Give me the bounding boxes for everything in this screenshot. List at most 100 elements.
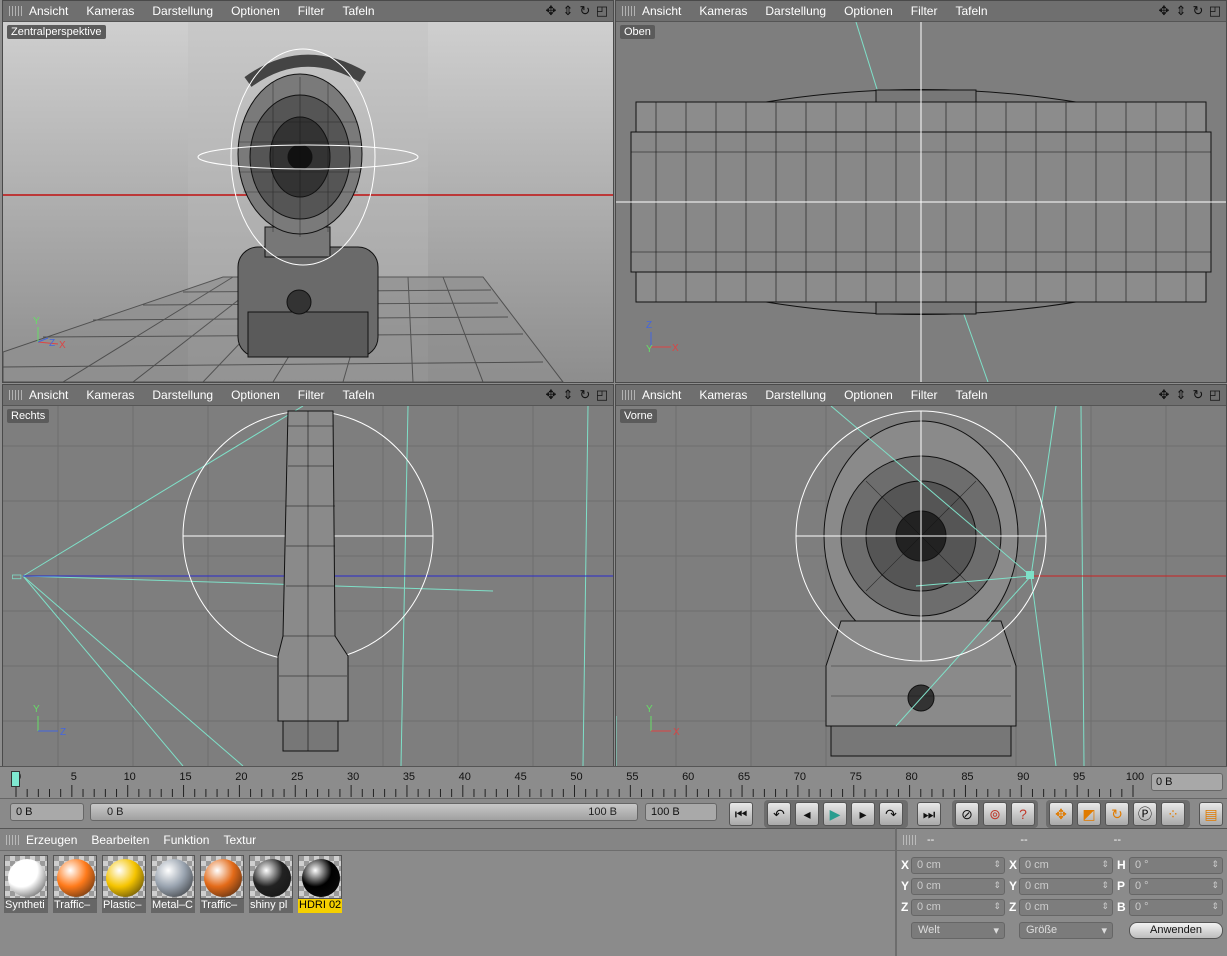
rotate-view-icon[interactable]: ↻ xyxy=(1191,3,1205,19)
viewport-top[interactable]: Ansicht Kameras Darstellung Optionen Fil… xyxy=(615,0,1227,383)
start-frame-field[interactable]: 0 B xyxy=(10,803,84,821)
coord-value-field[interactable]: 0 ° ⇕ xyxy=(1129,857,1223,874)
grip-handle[interactable] xyxy=(6,834,20,845)
material-swatch[interactable]: Traffic– xyxy=(200,855,244,913)
current-frame-field[interactable]: 0 B xyxy=(1151,773,1223,791)
menu-optionen[interactable]: Optionen xyxy=(231,388,280,402)
rotate-view-icon[interactable]: ↻ xyxy=(1191,387,1205,403)
menu-darstellung[interactable]: Darstellung xyxy=(765,4,826,18)
rotate-view-icon[interactable]: ↻ xyxy=(578,3,592,19)
grip-handle[interactable] xyxy=(622,6,636,16)
menu-optionen[interactable]: Optionen xyxy=(844,388,893,402)
zoom-view-icon[interactable]: ⇕ xyxy=(561,387,575,403)
viewport-canvas[interactable]: Z X Y xyxy=(616,22,1226,382)
playhead[interactable] xyxy=(11,771,20,787)
menu-tafeln[interactable]: Tafeln xyxy=(342,4,374,18)
menu-kameras[interactable]: Kameras xyxy=(699,388,747,402)
viewport-perspective[interactable]: Ansicht Kameras Darstellung Optionen Fil… xyxy=(2,0,614,383)
menu-filter[interactable]: Filter xyxy=(298,388,325,402)
menu-ansicht[interactable]: Ansicht xyxy=(29,4,68,18)
menu-kameras[interactable]: Kameras xyxy=(86,388,134,402)
stepper-icon[interactable]: ⇕ xyxy=(993,901,1001,912)
coord-value-field[interactable]: 0 cm ⇕ xyxy=(911,878,1005,895)
zoom-view-icon[interactable]: ⇕ xyxy=(1174,3,1188,19)
material-swatch[interactable]: Metal–C xyxy=(151,855,195,913)
move-view-icon[interactable]: ✥ xyxy=(544,3,558,19)
material-swatch[interactable]: Syntheti xyxy=(4,855,48,913)
grip-handle[interactable] xyxy=(9,6,23,16)
material-swatch[interactable]: HDRI 02 xyxy=(298,855,342,913)
menu-ansicht[interactable]: Ansicht xyxy=(29,388,68,402)
stepper-icon[interactable]: ⇕ xyxy=(1211,859,1219,870)
move-view-icon[interactable]: ✥ xyxy=(544,387,558,403)
stepper-icon[interactable]: ⇕ xyxy=(1101,901,1109,912)
viewport-front[interactable]: Ansicht Kameras Darstellung Optionen Fil… xyxy=(615,384,1227,767)
menu-tafeln[interactable]: Tafeln xyxy=(342,388,374,402)
stepper-icon[interactable]: ⇕ xyxy=(993,880,1001,891)
stepper-icon[interactable]: ⇕ xyxy=(1211,880,1219,891)
menu-optionen[interactable]: Optionen xyxy=(231,4,280,18)
menu-tafeln[interactable]: Tafeln xyxy=(955,4,987,18)
coord-value-field[interactable]: 0 ° ⇕ xyxy=(1129,878,1223,895)
keyframe-lock-icon[interactable]: ⊘ xyxy=(955,802,979,826)
maximize-view-icon[interactable]: ◰ xyxy=(1208,387,1222,403)
next-key-button[interactable]: ↷ xyxy=(879,802,903,826)
apply-button[interactable]: Anwenden xyxy=(1129,922,1223,939)
move-view-icon[interactable]: ✥ xyxy=(1157,387,1171,403)
menu-kameras[interactable]: Kameras xyxy=(699,4,747,18)
menu-filter[interactable]: Filter xyxy=(298,4,325,18)
coord-value-field[interactable]: 0 ° ⇕ xyxy=(1129,899,1223,916)
menu-erzeugen[interactable]: Erzeugen xyxy=(26,833,77,847)
frame-range-slider[interactable]: 0 B 100 B xyxy=(90,803,638,821)
maximize-view-icon[interactable]: ◰ xyxy=(1208,3,1222,19)
size-dropdown[interactable]: Größe ▾ xyxy=(1019,922,1113,939)
next-frame-button[interactable]: ▸ xyxy=(851,802,875,826)
maximize-view-icon[interactable]: ◰ xyxy=(595,3,609,19)
end-frame-field[interactable]: 100 B xyxy=(645,803,717,821)
menu-ansicht[interactable]: Ansicht xyxy=(642,388,681,402)
coord-value-field[interactable]: 0 cm ⇕ xyxy=(911,899,1005,916)
film-strip-icon[interactable]: ▤ xyxy=(1199,802,1223,826)
stepper-icon[interactable]: ⇕ xyxy=(993,859,1001,870)
maximize-view-icon[interactable]: ◰ xyxy=(595,387,609,403)
previous-key-button[interactable]: ↶ xyxy=(767,802,791,826)
auto-key-icon[interactable]: ? xyxy=(1011,802,1035,826)
coord-value-field[interactable]: 0 cm ⇕ xyxy=(911,857,1005,874)
grip-handle[interactable] xyxy=(9,390,23,400)
scale-key-icon[interactable]: ◩ xyxy=(1077,802,1101,826)
previous-frame-button[interactable]: ◂ xyxy=(795,802,819,826)
menu-darstellung[interactable]: Darstellung xyxy=(765,388,826,402)
menu-funktion[interactable]: Funktion xyxy=(163,833,209,847)
stepper-icon[interactable]: ⇕ xyxy=(1211,901,1219,912)
coord-value-field[interactable]: 0 cm ⇕ xyxy=(1019,857,1113,874)
coord-value-field[interactable]: 0 cm ⇕ xyxy=(1019,878,1113,895)
menu-darstellung[interactable]: Darstellung xyxy=(152,4,213,18)
position-key-icon[interactable]: ✥ xyxy=(1049,802,1073,826)
menu-bearbeiten[interactable]: Bearbeiten xyxy=(91,833,149,847)
menu-tafeln[interactable]: Tafeln xyxy=(955,388,987,402)
menu-ansicht[interactable]: Ansicht xyxy=(642,4,681,18)
material-swatch[interactable]: Traffic– xyxy=(53,855,97,913)
rotation-key-icon[interactable]: ↻ xyxy=(1105,802,1129,826)
menu-filter[interactable]: Filter xyxy=(911,388,938,402)
stepper-icon[interactable]: ⇕ xyxy=(1101,880,1109,891)
timeline-ruler[interactable]: 0510152025303540455055606570758085909510… xyxy=(8,767,1146,799)
space-dropdown[interactable]: Welt ▾ xyxy=(911,922,1005,939)
parameter-key-icon[interactable]: Ⓟ xyxy=(1133,802,1157,826)
viewport-canvas[interactable]: ▭ Y Z xyxy=(3,406,613,766)
rotate-view-icon[interactable]: ↻ xyxy=(578,387,592,403)
menu-kameras[interactable]: Kameras xyxy=(86,4,134,18)
grip-handle[interactable] xyxy=(903,834,917,845)
stepper-icon[interactable]: ⇕ xyxy=(1101,859,1109,870)
menu-optionen[interactable]: Optionen xyxy=(844,4,893,18)
viewport-right[interactable]: Ansicht Kameras Darstellung Optionen Fil… xyxy=(2,384,614,767)
grip-handle[interactable] xyxy=(622,390,636,400)
viewport-canvas[interactable]: Y X xyxy=(616,406,1226,766)
menu-darstellung[interactable]: Darstellung xyxy=(152,388,213,402)
record-icon[interactable]: ⊚ xyxy=(983,802,1007,826)
go-to-start-button[interactable]: ⏮ xyxy=(729,802,753,826)
menu-textur[interactable]: Textur xyxy=(223,833,256,847)
coord-value-field[interactable]: 0 cm ⇕ xyxy=(1019,899,1113,916)
material-swatch[interactable]: shiny pl xyxy=(249,855,293,913)
material-swatch[interactable]: Plastic– xyxy=(102,855,146,913)
